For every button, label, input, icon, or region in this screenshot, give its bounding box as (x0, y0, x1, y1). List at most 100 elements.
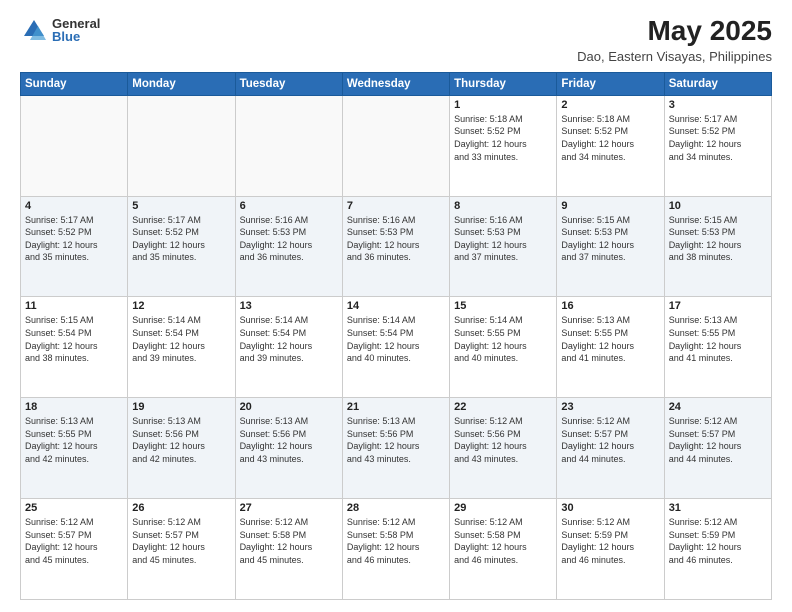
day-info: Sunrise: 5:17 AMSunset: 5:52 PMDaylight:… (132, 214, 230, 264)
day-number: 11 (25, 300, 123, 312)
day-number: 16 (561, 300, 659, 312)
header: General Blue May 2025 Dao, Eastern Visay… (20, 16, 772, 64)
day-number: 31 (669, 502, 767, 514)
main-title: May 2025 (577, 16, 772, 47)
table-row (128, 95, 235, 196)
day-info: Sunrise: 5:16 AMSunset: 5:53 PMDaylight:… (240, 214, 338, 264)
day-number: 12 (132, 300, 230, 312)
day-info: Sunrise: 5:16 AMSunset: 5:53 PMDaylight:… (454, 214, 552, 264)
table-row: 16 Sunrise: 5:13 AMSunset: 5:55 PMDayligh… (557, 297, 664, 398)
logo-icon (20, 16, 48, 44)
table-row: 5 Sunrise: 5:17 AMSunset: 5:52 PMDaylight… (128, 196, 235, 297)
table-row: 1 Sunrise: 5:18 AMSunset: 5:52 PMDaylight… (450, 95, 557, 196)
day-number: 22 (454, 401, 552, 413)
day-number: 6 (240, 200, 338, 212)
day-number: 29 (454, 502, 552, 514)
day-number: 17 (669, 300, 767, 312)
logo: General Blue (20, 16, 100, 44)
day-info: Sunrise: 5:13 AMSunset: 5:56 PMDaylight:… (240, 415, 338, 465)
calendar-week-row: 1 Sunrise: 5:18 AMSunset: 5:52 PMDaylight… (21, 95, 772, 196)
day-number: 20 (240, 401, 338, 413)
day-info: Sunrise: 5:14 AMSunset: 5:54 PMDaylight:… (132, 314, 230, 364)
day-number: 27 (240, 502, 338, 514)
table-row: 12 Sunrise: 5:14 AMSunset: 5:54 PMDayligh… (128, 297, 235, 398)
col-thursday: Thursday (450, 72, 557, 95)
calendar-header-row: Sunday Monday Tuesday Wednesday Thursday… (21, 72, 772, 95)
table-row: 17 Sunrise: 5:13 AMSunset: 5:55 PMDayligh… (664, 297, 771, 398)
table-row: 9 Sunrise: 5:15 AMSunset: 5:53 PMDaylight… (557, 196, 664, 297)
table-row: 19Sunrise: 5:13 AMSunset: 5:56 PMDayligh… (128, 398, 235, 499)
table-row: 14Sunrise: 5:14 AMSunset: 5:54 PMDayligh… (342, 297, 449, 398)
calendar-week-row: 18Sunrise: 5:13 AMSunset: 5:55 PMDayligh… (21, 398, 772, 499)
calendar-week-row: 11 Sunrise: 5:15 AMSunset: 5:54 PMDayligh… (21, 297, 772, 398)
day-info: Sunrise: 5:17 AMSunset: 5:52 PMDaylight:… (669, 113, 767, 163)
day-number: 19 (132, 401, 230, 413)
table-row: 27 Sunrise: 5:12 AMSunset: 5:58 PMDayligh… (235, 499, 342, 600)
day-info: Sunrise: 5:13 AMSunset: 5:56 PMDaylight:… (347, 415, 445, 465)
day-number: 14 (347, 300, 445, 312)
table-row: 3 Sunrise: 5:17 AMSunset: 5:52 PMDaylight… (664, 95, 771, 196)
day-info: Sunrise: 5:18 AMSunset: 5:52 PMDaylight:… (561, 113, 659, 163)
day-number: 3 (669, 99, 767, 111)
day-info: Sunrise: 5:17 AMSunset: 5:52 PMDaylight:… (25, 214, 123, 264)
table-row: 7Sunrise: 5:16 AMSunset: 5:53 PMDaylight… (342, 196, 449, 297)
day-info: Sunrise: 5:12 AMSunset: 5:58 PMDaylight:… (347, 516, 445, 566)
day-number: 21 (347, 401, 445, 413)
logo-blue-text: Blue (52, 30, 100, 43)
day-info: Sunrise: 5:12 AMSunset: 5:57 PMDaylight:… (561, 415, 659, 465)
day-info: Sunrise: 5:15 AMSunset: 5:53 PMDaylight:… (561, 214, 659, 264)
day-number: 1 (454, 99, 552, 111)
col-monday: Monday (128, 72, 235, 95)
table-row: 6 Sunrise: 5:16 AMSunset: 5:53 PMDaylight… (235, 196, 342, 297)
table-row: 21 Sunrise: 5:13 AMSunset: 5:56 PMDayligh… (342, 398, 449, 499)
day-info: Sunrise: 5:13 AMSunset: 5:55 PMDaylight:… (561, 314, 659, 364)
table-row (235, 95, 342, 196)
day-number: 26 (132, 502, 230, 514)
day-info: Sunrise: 5:18 AMSunset: 5:52 PMDaylight:… (454, 113, 552, 163)
calendar-table: Sunday Monday Tuesday Wednesday Thursday… (20, 72, 772, 600)
day-number: 23 (561, 401, 659, 413)
title-block: May 2025 Dao, Eastern Visayas, Philippin… (577, 16, 772, 64)
table-row: 31 Sunrise: 5:12 AMSunset: 5:59 PMDayligh… (664, 499, 771, 600)
table-row: 8 Sunrise: 5:16 AMSunset: 5:53 PMDaylight… (450, 196, 557, 297)
table-row: 25Sunrise: 5:12 AMSunset: 5:57 PMDayligh… (21, 499, 128, 600)
table-row: 13 Sunrise: 5:14 AMSunset: 5:54 PMDayligh… (235, 297, 342, 398)
day-number: 4 (25, 200, 123, 212)
day-info: Sunrise: 5:12 AMSunset: 5:56 PMDaylight:… (454, 415, 552, 465)
table-row: 23 Sunrise: 5:12 AMSunset: 5:57 PMDayligh… (557, 398, 664, 499)
day-info: Sunrise: 5:15 AMSunset: 5:53 PMDaylight:… (669, 214, 767, 264)
table-row: 4 Sunrise: 5:17 AMSunset: 5:52 PMDaylight… (21, 196, 128, 297)
day-number: 8 (454, 200, 552, 212)
day-info: Sunrise: 5:14 AMSunset: 5:55 PMDaylight:… (454, 314, 552, 364)
table-row: 28Sunrise: 5:12 AMSunset: 5:58 PMDayligh… (342, 499, 449, 600)
day-info: Sunrise: 5:15 AMSunset: 5:54 PMDaylight:… (25, 314, 123, 364)
table-row: 18Sunrise: 5:13 AMSunset: 5:55 PMDayligh… (21, 398, 128, 499)
day-info: Sunrise: 5:13 AMSunset: 5:55 PMDaylight:… (669, 314, 767, 364)
day-number: 5 (132, 200, 230, 212)
calendar-week-row: 25Sunrise: 5:12 AMSunset: 5:57 PMDayligh… (21, 499, 772, 600)
calendar-week-row: 4 Sunrise: 5:17 AMSunset: 5:52 PMDaylight… (21, 196, 772, 297)
day-info: Sunrise: 5:14 AMSunset: 5:54 PMDaylight:… (240, 314, 338, 364)
subtitle: Dao, Eastern Visayas, Philippines (577, 49, 772, 64)
table-row: 15Sunrise: 5:14 AMSunset: 5:55 PMDayligh… (450, 297, 557, 398)
page: General Blue May 2025 Dao, Eastern Visay… (0, 0, 792, 612)
table-row: 2Sunrise: 5:18 AMSunset: 5:52 PMDaylight… (557, 95, 664, 196)
table-row: 22 Sunrise: 5:12 AMSunset: 5:56 PMDayligh… (450, 398, 557, 499)
day-info: Sunrise: 5:12 AMSunset: 5:59 PMDaylight:… (669, 516, 767, 566)
table-row (21, 95, 128, 196)
day-number: 13 (240, 300, 338, 312)
day-number: 10 (669, 200, 767, 212)
day-info: Sunrise: 5:12 AMSunset: 5:57 PMDaylight:… (669, 415, 767, 465)
col-wednesday: Wednesday (342, 72, 449, 95)
logo-text: General Blue (52, 17, 100, 43)
table-row: 11 Sunrise: 5:15 AMSunset: 5:54 PMDayligh… (21, 297, 128, 398)
table-row: 24Sunrise: 5:12 AMSunset: 5:57 PMDayligh… (664, 398, 771, 499)
day-info: Sunrise: 5:12 AMSunset: 5:58 PMDaylight:… (240, 516, 338, 566)
day-number: 25 (25, 502, 123, 514)
table-row (342, 95, 449, 196)
table-row: 20 Sunrise: 5:13 AMSunset: 5:56 PMDayligh… (235, 398, 342, 499)
day-number: 9 (561, 200, 659, 212)
col-tuesday: Tuesday (235, 72, 342, 95)
table-row: 30Sunrise: 5:12 AMSunset: 5:59 PMDayligh… (557, 499, 664, 600)
day-number: 7 (347, 200, 445, 212)
